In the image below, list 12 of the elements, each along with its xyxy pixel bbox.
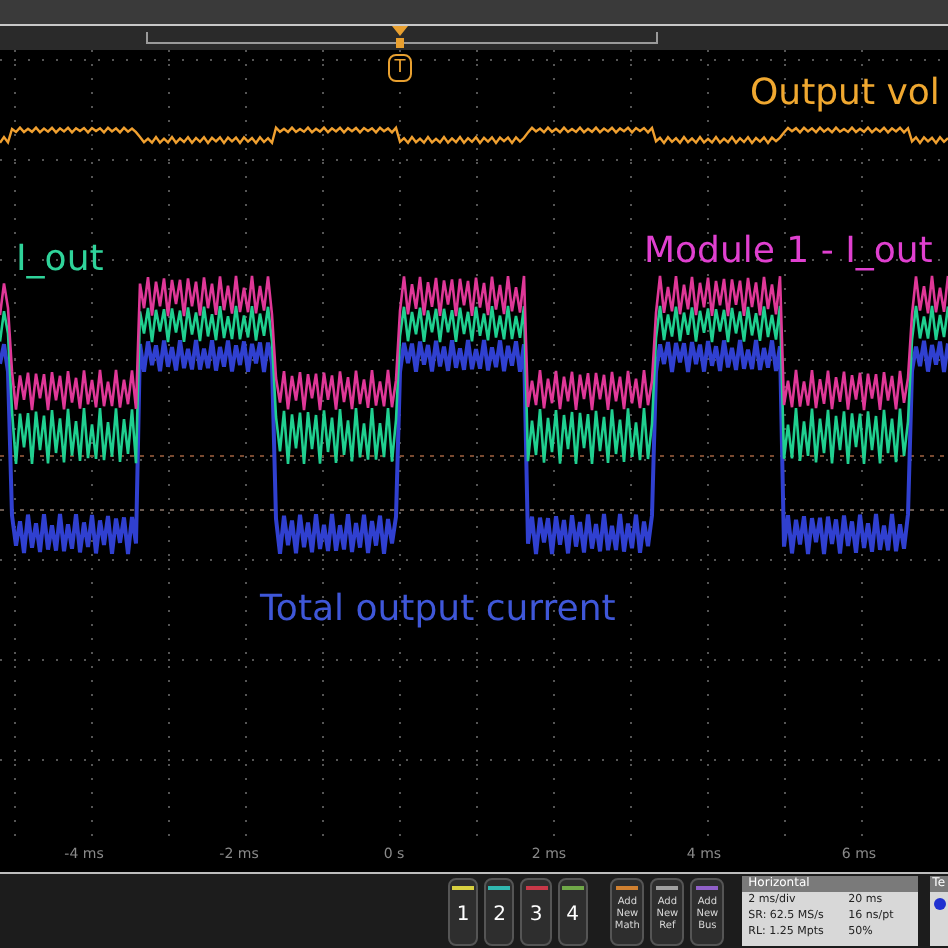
trace-label: I_out	[16, 242, 104, 278]
channel-button[interactable]: 1	[448, 878, 479, 946]
trace-label: Output vol	[750, 76, 940, 112]
channel-swatch-icon	[934, 898, 947, 910]
zoom-bracket[interactable]	[146, 32, 658, 44]
channel-button[interactable]: 2	[484, 878, 515, 946]
channel-button[interactable]: 3	[520, 878, 552, 946]
channel-button[interactable]: 4	[557, 878, 588, 946]
trigger-position-icon	[392, 26, 408, 50]
trace-label: Module 1 - I_out	[644, 234, 933, 270]
trace-label: Total output current	[260, 592, 616, 628]
trigger-marker[interactable]: T	[388, 54, 412, 82]
